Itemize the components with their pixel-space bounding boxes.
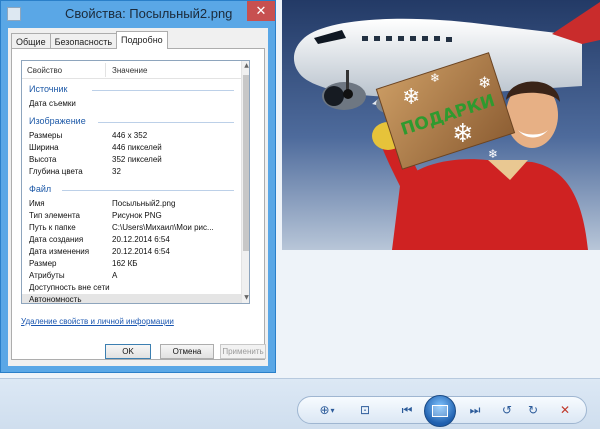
row-height[interactable]: Высота 352 пикселей	[22, 154, 241, 166]
scroll-down-icon[interactable]: ▼	[242, 293, 249, 303]
photo-viewer-window: ПОДАРКИ ❄ ❄ ❄ ❄ ❄ ⊕ ▾ ⊡ ⏮ ⏭ ↺ ↻ ✕ Свойст…	[0, 0, 600, 429]
row-value: Рисунок PNG	[112, 211, 162, 220]
row-value: 20.12.2014 6:54	[112, 235, 170, 244]
file-icon	[7, 7, 21, 21]
tab-security[interactable]: Безопасность	[49, 33, 118, 49]
ok-button[interactable]: OK	[105, 344, 151, 359]
cancel-button[interactable]: Отмена	[160, 344, 214, 359]
row-key: Путь к папке	[29, 223, 76, 232]
row-attributes[interactable]: Атрибуты A	[22, 270, 241, 282]
next-icon: ⏭	[469, 402, 481, 417]
row-key: Дата изменения	[29, 247, 90, 256]
previous-button[interactable]: ⏮	[396, 400, 418, 420]
column-separator	[105, 63, 106, 77]
group-image: Изображение	[22, 116, 241, 128]
group-divider	[92, 90, 234, 91]
next-button[interactable]: ⏭	[464, 400, 486, 420]
row-date-taken[interactable]: Дата съемки	[22, 98, 241, 110]
row-dimensions[interactable]: Размеры 446 x 352	[22, 130, 241, 142]
slideshow-icon	[432, 405, 448, 417]
row-key: Размеры	[29, 131, 63, 140]
delete-icon: ✕	[559, 403, 571, 417]
row-key: Имя	[29, 199, 45, 208]
row-date-modified[interactable]: Дата изменения 20.12.2014 6:54	[22, 246, 241, 258]
rotate-clockwise-icon: ↻	[527, 403, 539, 417]
row-key: Доступность вне сети	[29, 283, 110, 292]
zoom-button[interactable]: ⊕ ▾	[314, 400, 340, 420]
actual-size-icon: ⊡	[359, 403, 371, 417]
tab-details[interactable]: Подробно	[116, 31, 168, 49]
row-key: Глубина цвета	[29, 167, 83, 176]
row-value: 446 x 352	[112, 131, 148, 140]
zoom-icon: ⊕	[319, 403, 330, 417]
group-label: Файл	[29, 184, 52, 194]
dialog-title: Свойства: Посыльный2.png	[65, 6, 233, 21]
properties-list[interactable]: Свойство Значение Источник Дата съемки И…	[21, 60, 250, 304]
chevron-down-icon: ▾	[330, 405, 335, 415]
close-button[interactable]: ✕	[247, 1, 275, 21]
delete-button[interactable]: ✕	[556, 400, 574, 420]
row-value: C:\Users\Михаил\Мои рис...	[112, 223, 214, 232]
row-value: Посыльный2.png	[112, 199, 176, 208]
row-folder-path[interactable]: Путь к папке C:\Users\Михаил\Мои рис...	[22, 222, 241, 234]
row-key: Дата съемки	[29, 99, 76, 108]
row-key: Высота	[29, 155, 57, 164]
group-divider	[98, 122, 234, 123]
row-value: A	[112, 271, 118, 280]
row-date-created[interactable]: Дата создания 20.12.2014 6:54	[22, 234, 241, 246]
scrollbar-thumb[interactable]	[243, 75, 249, 251]
actual-size-button[interactable]: ⊡	[356, 400, 374, 420]
list-header: Свойство Значение	[22, 61, 241, 79]
row-value: 32	[112, 167, 121, 176]
rotate-right-button[interactable]: ↻	[524, 400, 542, 420]
rotate-left-button[interactable]: ↺	[498, 400, 516, 420]
row-key: Ширина	[29, 143, 59, 152]
slideshow-button[interactable]	[424, 395, 456, 427]
dialog-titlebar[interactable]: Свойства: Посыльный2.png ✕	[1, 1, 275, 28]
row-item-type[interactable]: Тип элемента Рисунок PNG	[22, 210, 241, 222]
row-offline-availability[interactable]: Доступность вне сети	[22, 282, 241, 294]
row-key: Тип элемента	[29, 211, 80, 220]
row-key: Атрибуты	[29, 271, 65, 280]
row-key: Автономность	[29, 295, 82, 304]
row-value: 20.12.2014 6:54	[112, 247, 170, 256]
properties-dialog: Свойства: Посыльный2.png ✕ Общие Безопас…	[0, 0, 276, 373]
details-panel: Свойство Значение Источник Дата съемки И…	[11, 48, 265, 360]
svg-text:❄: ❄	[452, 119, 474, 149]
column-header-property[interactable]: Свойство	[27, 66, 62, 75]
svg-text:❄: ❄	[488, 147, 498, 161]
svg-text:❄: ❄	[478, 73, 491, 92]
row-key: Размер	[29, 259, 57, 268]
row-key: Дата создания	[29, 235, 84, 244]
svg-text:❄: ❄	[430, 71, 440, 85]
tab-general[interactable]: Общие	[11, 33, 51, 49]
close-icon: ✕	[255, 3, 267, 19]
row-value: 162 КБ	[112, 259, 138, 268]
dialog-body: Общие Безопасность Подробно Свойство Зна…	[8, 28, 268, 366]
remove-properties-link[interactable]: Удаление свойств и личной информации	[21, 317, 174, 326]
row-bit-depth[interactable]: Глубина цвета 32	[22, 166, 241, 178]
photo-preview: ПОДАРКИ ❄ ❄ ❄ ❄ ❄	[282, 0, 600, 250]
apply-button[interactable]: Применить	[220, 344, 266, 359]
group-divider	[62, 190, 234, 191]
vertical-scrollbar[interactable]: ▲ ▼	[241, 61, 249, 303]
rotate-counterclockwise-icon: ↺	[501, 403, 513, 417]
column-header-value[interactable]: Значение	[112, 66, 147, 75]
previous-icon: ⏮	[401, 402, 413, 417]
row-name[interactable]: Имя Посыльный2.png	[22, 198, 241, 210]
row-value: 352 пикселей	[112, 155, 162, 164]
group-file: Файл	[22, 184, 241, 196]
row-width[interactable]: Ширина 446 пикселей	[22, 142, 241, 154]
svg-text:❄: ❄	[402, 85, 420, 110]
group-label: Источник	[29, 84, 68, 94]
row-value: 446 пикселей	[112, 143, 162, 152]
group-label: Изображение	[29, 116, 86, 126]
group-source: Источник	[22, 84, 241, 96]
row-size[interactable]: Размер 162 КБ	[22, 258, 241, 270]
viewer-toolbar: ⊕ ▾ ⊡ ⏮ ⏭ ↺ ↻ ✕	[0, 378, 600, 429]
row-offline-status[interactable]: Автономность	[22, 294, 241, 304]
scroll-up-icon[interactable]: ▲	[242, 61, 249, 71]
tab-strip: Общие Безопасность Подробно	[11, 31, 168, 49]
